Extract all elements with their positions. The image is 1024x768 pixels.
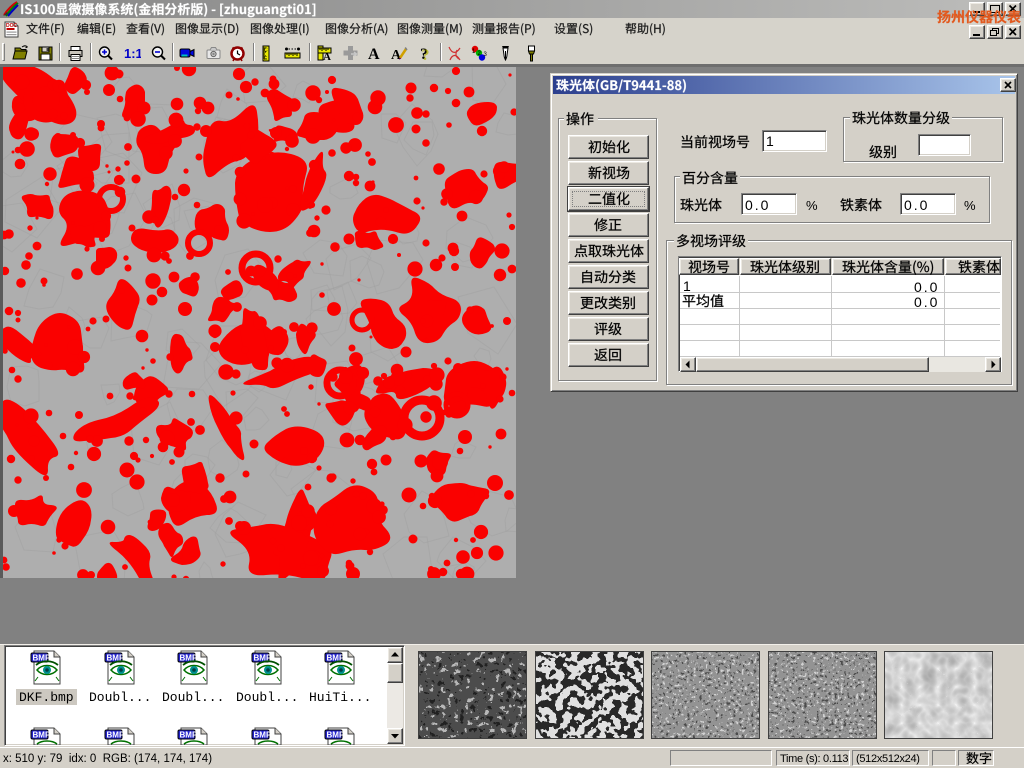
svg-text:DOC: DOC xyxy=(6,23,18,29)
svg-text:BMP: BMP xyxy=(107,731,125,740)
svg-text:?: ? xyxy=(422,47,430,62)
svg-text:BMP: BMP xyxy=(33,731,51,740)
svg-text:A: A xyxy=(368,46,380,62)
svg-text:A: A xyxy=(323,51,331,62)
svg-text:BMP: BMP xyxy=(254,731,272,740)
svg-text:BMP: BMP xyxy=(327,731,345,740)
svg-text:BMP: BMP xyxy=(180,731,198,740)
svg-text:1:1: 1:1 xyxy=(124,46,141,61)
svg-text:A: A xyxy=(391,48,402,62)
svg-text:3: 3 xyxy=(484,52,488,58)
svg-text:C: C xyxy=(264,48,268,54)
